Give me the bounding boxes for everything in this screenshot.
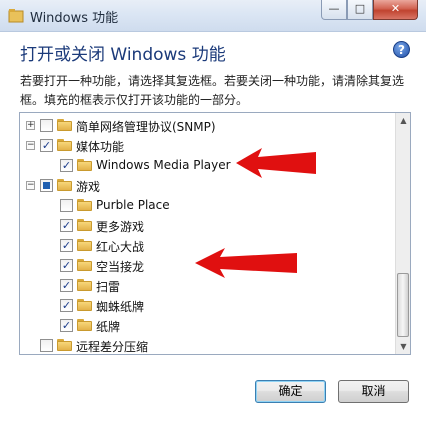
tree-item[interactable]: + 简单网络管理协议(SNMP) [20, 116, 390, 135]
help-icon[interactable]: ? [393, 41, 410, 58]
title-bar: Windows 功能 — □ ✕ [0, 0, 426, 32]
expand-icon[interactable]: + [26, 121, 35, 130]
dialog-body: 打开或关闭 Windows 功能 ? 若要打开一种功能，请选择其复选框。若要关闭… [0, 32, 426, 423]
feature-checkbox[interactable]: ✓ [40, 139, 53, 152]
feature-checkbox[interactable]: ✓ [60, 299, 73, 312]
minimize-button[interactable]: — [321, 0, 347, 20]
window-title: Windows 功能 [30, 11, 119, 26]
feature-checkbox[interactable] [40, 179, 53, 192]
feature-tree: + 简单网络管理协议(SNMP) − ✓ 媒体功能 ✓ Windows Media Play… [19, 112, 411, 355]
tree-item[interactable]: ✓ Windows Media Player [20, 156, 390, 175]
ok-button[interactable]: 确定 [255, 380, 326, 403]
scroll-up-arrow-icon[interactable]: ▲ [396, 113, 410, 128]
feature-checkbox[interactable]: ✓ [60, 319, 73, 332]
maximize-button[interactable]: □ [347, 0, 373, 20]
cancel-button[interactable]: 取消 [338, 380, 409, 403]
feature-checkbox[interactable]: ✓ [60, 159, 73, 172]
folder-icon [77, 219, 92, 231]
window-app-icon [8, 9, 24, 23]
red-arrow-icon [195, 248, 297, 278]
tree-item[interactable]: ✓ 蜘蛛纸牌 [20, 296, 390, 315]
tree-item-label: 纸牌 [96, 320, 121, 334]
feature-checkbox[interactable] [60, 199, 73, 212]
feature-checkbox[interactable] [40, 119, 53, 132]
tree-item-label: 更多游戏 [96, 220, 145, 234]
tree-item-label: 蜘蛛纸牌 [96, 300, 145, 314]
tree-item-label: 简单网络管理协议(SNMP) [76, 120, 216, 134]
feature-checkbox[interactable]: ✓ [60, 259, 73, 272]
folder-icon [57, 339, 72, 351]
scroll-down-arrow-icon[interactable]: ▼ [396, 339, 410, 354]
folder-icon [77, 199, 92, 211]
folder-icon [77, 259, 92, 271]
tree-item-label: 媒体功能 [76, 140, 125, 154]
tree-item-label: 扫雷 [96, 280, 121, 294]
tree-item[interactable]: − 游戏 [20, 176, 390, 195]
tree-item-label: 空当接龙 [96, 260, 145, 274]
tree-item-label: Purble Place [96, 198, 170, 212]
tree-item-label: 游戏 [76, 180, 101, 194]
folder-icon [77, 279, 92, 291]
collapse-icon[interactable]: − [26, 181, 35, 190]
folder-icon [77, 319, 92, 331]
tree-item[interactable]: ✓ 更多游戏 [20, 216, 390, 235]
folder-icon [77, 239, 92, 251]
red-arrow-icon [236, 148, 316, 178]
scrollbar-thumb[interactable] [397, 273, 409, 337]
feature-checkbox[interactable]: ✓ [60, 279, 73, 292]
feature-checkbox[interactable] [40, 339, 53, 352]
tree-item[interactable]: 远程差分压缩 [20, 336, 390, 354]
tree-item-label: Windows Media Player [96, 158, 231, 172]
folder-icon [77, 159, 92, 171]
folder-icon [57, 139, 72, 151]
folder-icon [57, 119, 72, 131]
feature-checkbox[interactable]: ✓ [60, 239, 73, 252]
tree-item-label: 远程差分压缩 [76, 340, 149, 354]
vertical-scrollbar[interactable]: ▲ ▼ [395, 113, 410, 354]
tree-item[interactable]: − ✓ 媒体功能 [20, 136, 390, 155]
feature-checkbox[interactable]: ✓ [60, 219, 73, 232]
folder-icon [77, 299, 92, 311]
page-title: 打开或关闭 Windows 功能 [20, 45, 226, 65]
tree-item-label: 红心大战 [96, 240, 145, 254]
description-text: 若要打开一种功能，请选择其复选框。若要关闭一种功能，请清除其复选框。填充的框表示… [20, 74, 405, 107]
tree-item[interactable]: Purble Place [20, 196, 390, 215]
folder-icon [57, 179, 72, 191]
tree-item[interactable]: ✓ 纸牌 [20, 316, 390, 335]
collapse-icon[interactable]: − [26, 141, 35, 150]
close-button[interactable]: ✕ [373, 0, 418, 20]
